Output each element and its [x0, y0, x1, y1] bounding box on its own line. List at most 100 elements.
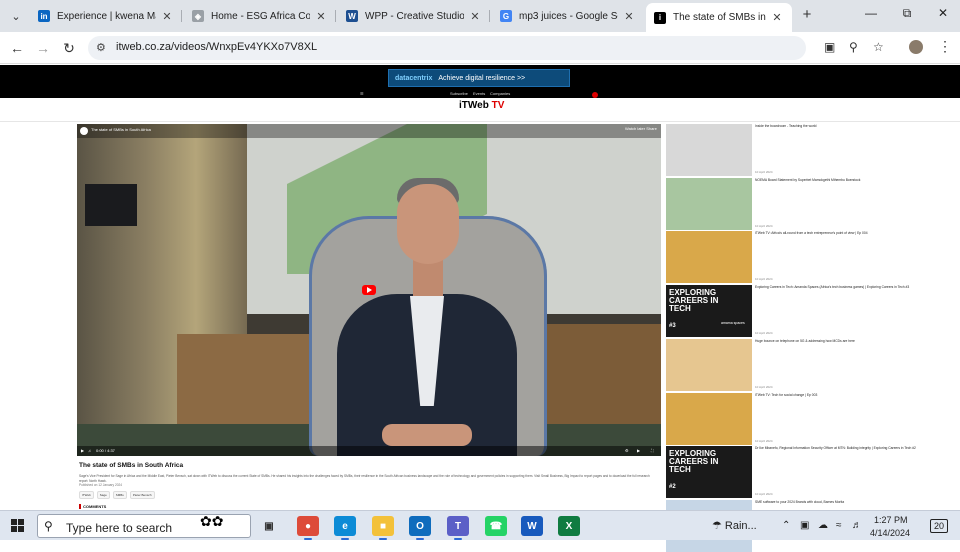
- channel-avatar[interactable]: [80, 127, 88, 135]
- tab-wpp[interactable]: W WPP - Creative Studio - C ✕: [338, 3, 490, 29]
- address-bar[interactable]: ⚙ itweb.co.za/videos/WnxpEv4YKXo7V8XL: [88, 36, 806, 60]
- clock-time[interactable]: 1:27 PM: [874, 515, 908, 525]
- related-video-item[interactable]: EXPLORING CAREERS IN TECH #3 amama spaces E…: [666, 285, 956, 338]
- search-placeholder: Type here to search: [66, 521, 173, 535]
- tag[interactable]: SMBs: [112, 491, 127, 499]
- nav-events[interactable]: Events: [473, 91, 485, 96]
- file-explorer-icon[interactable]: ■: [372, 516, 394, 536]
- start-button[interactable]: [11, 519, 24, 532]
- thumbnail-number: #2: [669, 484, 676, 491]
- video-description: Sage's Vice President for Sage in Africa…: [79, 474, 650, 483]
- chevron-up-icon[interactable]: ⌃: [782, 520, 790, 531]
- video-thumbnail[interactable]: [666, 338, 752, 391]
- related-video-title[interactable]: Huge bounce on telephone on 5G & address…: [755, 339, 955, 343]
- related-video-date: 10 April 2024: [755, 223, 773, 228]
- site-logo[interactable]: iTWeb TV: [459, 100, 504, 111]
- notification-badge[interactable]: [592, 92, 598, 98]
- tab-search-button[interactable]: ⌄: [6, 6, 26, 26]
- new-tab-button[interactable]: +: [798, 6, 816, 24]
- related-video-item[interactable]: EXPLORING CAREERS IN TECH #2 Dr Ike Mbanef…: [666, 446, 956, 499]
- tag[interactable]: ITWeb: [79, 491, 94, 499]
- video-player[interactable]: The state of SMBs in South Africa Watch …: [77, 124, 661, 456]
- related-video-title[interactable]: SME software to your 2024 Brands with cl…: [755, 500, 955, 504]
- ad-banner[interactable]: datacentrix Achieve digital resilience >…: [388, 69, 570, 87]
- menu-icon[interactable]: ⋮: [938, 38, 952, 55]
- related-video-item[interactable]: Huge bounce on telephone on 5G & address…: [666, 338, 956, 391]
- profile-avatar[interactable]: [909, 40, 923, 54]
- tab-itweb[interactable]: i The state of SMBs in Sou ✕: [646, 3, 792, 32]
- related-video-item[interactable]: SME software to your 2024 Brands with cl…: [666, 499, 956, 552]
- tab-linkedin[interactable]: in Experience | kwena Mam ✕: [30, 3, 182, 29]
- minimize-button[interactable]: —: [862, 6, 880, 20]
- video-thumbnail[interactable]: [666, 124, 752, 176]
- excel-icon[interactable]: X: [558, 516, 580, 536]
- notification-center[interactable]: 20: [930, 519, 948, 533]
- bookmark-star-icon[interactable]: ☆: [873, 40, 884, 54]
- nav-companies[interactable]: Companies: [490, 91, 510, 96]
- play-icon[interactable]: ▶: [81, 448, 84, 453]
- close-icon[interactable]: ✕: [622, 10, 636, 23]
- restore-button[interactable]: ⧉: [898, 6, 916, 21]
- player-title[interactable]: The state of SMBs in South Africa: [91, 127, 151, 132]
- related-video-item[interactable]: NOEMA Board Statement by Superbet Mamokg…: [666, 177, 956, 230]
- related-video-item[interactable]: ITWeb TV: Tech for social change | Ep 00…: [666, 392, 956, 445]
- related-video-item[interactable]: ITWeb TV: Africa's all-round from a tech…: [666, 231, 956, 284]
- video-thumbnail[interactable]: EXPLORING CAREERS IN TECH #2: [666, 446, 752, 499]
- video-thumbnail[interactable]: EXPLORING CAREERS IN TECH #3 amama spaces: [666, 285, 752, 338]
- toolbar: ← → ↻ ⚙ itweb.co.za/videos/WnxpEv4YKXo7V…: [0, 32, 960, 64]
- close-window-button[interactable]: ✕: [934, 6, 952, 20]
- forward-button[interactable]: →: [34, 39, 52, 57]
- video-thumbnail[interactable]: [666, 392, 752, 445]
- tab-google[interactable]: G mp3 juices - Google Sear ✕: [492, 3, 644, 29]
- nav-subscribe[interactable]: Subscribe: [450, 91, 468, 96]
- close-icon[interactable]: ✕: [314, 10, 328, 23]
- related-video-title[interactable]: ITWeb TV: Africa's all-round from a tech…: [755, 231, 955, 235]
- fullscreen-icon[interactable]: ⛶: [651, 448, 654, 453]
- back-button[interactable]: ←: [8, 39, 26, 57]
- video-thumbnail[interactable]: [666, 177, 752, 230]
- whatsapp-icon[interactable]: ☎: [485, 516, 507, 536]
- zoom-icon[interactable]: ⚲: [849, 40, 858, 54]
- close-icon[interactable]: ✕: [770, 11, 784, 24]
- outlook-icon[interactable]: O: [409, 516, 431, 536]
- player-actions[interactable]: Watch later Share: [625, 126, 657, 131]
- related-video-title[interactable]: Inside the boardroom - Teaching the worl…: [755, 124, 955, 128]
- volume-icon[interactable]: ♫: [88, 448, 91, 453]
- teams-icon[interactable]: T: [447, 516, 469, 536]
- tag[interactable]: Sage: [96, 491, 110, 499]
- youtube-logo[interactable]: ▶: [637, 448, 640, 453]
- settings-icon[interactable]: ⚙: [625, 448, 629, 453]
- chrome-icon[interactable]: ●: [297, 516, 319, 536]
- related-video-title[interactable]: Exploring Careers in Tech: Amanda Spaces…: [755, 285, 955, 289]
- volume-icon[interactable]: ♬: [852, 520, 862, 531]
- word-icon[interactable]: W: [521, 516, 543, 536]
- tab-strip: ⌄ in Experience | kwena Mam ✕ ◈ Home - E…: [0, 0, 960, 32]
- related-video-date: 10 April 2024: [755, 277, 773, 282]
- weather-widget[interactable]: ☂ Rain...: [712, 519, 757, 532]
- install-app-icon[interactable]: ▣: [824, 40, 835, 54]
- clock-date[interactable]: 4/14/2024: [870, 528, 910, 538]
- thumbnail-number: #3: [669, 323, 676, 330]
- close-icon[interactable]: ✕: [160, 10, 174, 23]
- site-info-icon[interactable]: ⚙: [96, 41, 106, 54]
- edge-icon[interactable]: e: [334, 516, 356, 536]
- google-icon: G: [500, 10, 512, 22]
- wifi-icon[interactable]: ≈: [836, 520, 842, 531]
- related-video-item[interactable]: Inside the boardroom - Teaching the worl…: [666, 124, 956, 176]
- close-icon[interactable]: ✕: [468, 10, 482, 23]
- video-frame: [85, 184, 137, 226]
- related-video-title[interactable]: ITWeb TV: Tech for social change | Ep 00…: [755, 393, 955, 397]
- onedrive-icon[interactable]: ☁: [818, 520, 828, 531]
- tag[interactable]: Pieter Bensch: [129, 491, 155, 499]
- hamburger-icon[interactable]: ☰: [360, 91, 364, 96]
- meet-now-icon[interactable]: ▣: [800, 520, 809, 531]
- related-video-title[interactable]: Dr Ike Mbanefo, Regional Information Sec…: [755, 446, 955, 450]
- video-thumbnail[interactable]: [666, 231, 752, 284]
- tab-esg[interactable]: ◈ Home - ESG Africa Confe ✕: [184, 3, 336, 29]
- play-button[interactable]: [362, 285, 376, 295]
- wpp-icon: W: [346, 10, 358, 22]
- search-highlight-icon[interactable]: ✿✿: [200, 513, 248, 535]
- related-video-title[interactable]: NOEMA Board Statement by Superbet Mamokg…: [755, 178, 955, 182]
- reload-button[interactable]: ↻: [60, 39, 78, 57]
- task-view-icon[interactable]: ▣: [258, 516, 280, 536]
